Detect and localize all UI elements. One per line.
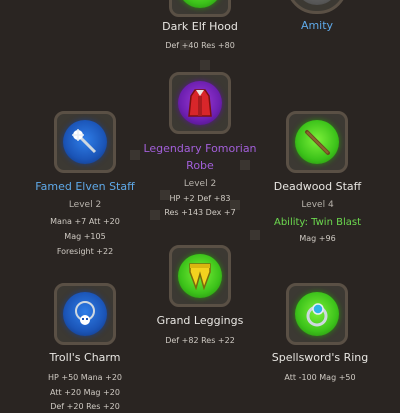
grand-leggings-slot[interactable] bbox=[169, 245, 231, 307]
deadwood-staff-slot[interactable] bbox=[286, 111, 348, 173]
deadwood-staff-level: Level 4 bbox=[301, 199, 334, 210]
robe-level: Level 2 bbox=[183, 178, 217, 189]
dark-elf-hood-name: Dark Elf Hood bbox=[162, 20, 238, 33]
famed-elven-staff-slot[interactable] bbox=[54, 111, 116, 173]
deadwood-staff-icon bbox=[295, 120, 339, 164]
leggings-icon bbox=[178, 254, 222, 298]
dark-elf-hood-slot[interactable] bbox=[169, 0, 231, 17]
grand-leggings-name: Grand Leggings bbox=[156, 314, 244, 327]
spellswords-ring-name: Spellsword's Ring bbox=[271, 351, 369, 364]
deadwood-staff-stats: Mag +96 bbox=[299, 234, 336, 244]
robe-name-line1: Legendary Fomorian bbox=[143, 142, 257, 155]
ring-icon bbox=[295, 292, 339, 336]
robe-stats-line2: Res +143 Dex +7 bbox=[164, 207, 236, 217]
trolls-charm-stats-line2: Att +20 Mag +20 bbox=[50, 387, 120, 397]
robe-name-line2: Robe bbox=[186, 158, 214, 172]
dark-elf-hood-stats: Def +40 Res +80 bbox=[165, 40, 235, 50]
fomorian-robe-slot[interactable] bbox=[169, 72, 231, 134]
amity-icon bbox=[295, 0, 339, 5]
trolls-charm-stats-line1: HP +50 Mana +20 bbox=[47, 372, 122, 382]
hood-icon bbox=[178, 0, 222, 8]
trolls-charm-name: Troll's Charm bbox=[49, 351, 121, 364]
charm-icon bbox=[63, 292, 107, 336]
deadwood-staff-name: Deadwood Staff bbox=[273, 180, 362, 193]
trolls-charm-slot[interactable] bbox=[54, 283, 116, 345]
staff-icon bbox=[63, 120, 107, 164]
grand-leggings-stats: Def +82 Res +22 bbox=[165, 335, 235, 345]
famed-elven-staff-stats-line1: Mana +7 Att +20 bbox=[50, 216, 120, 226]
spellswords-ring-stats: Att -100 Mag +50 bbox=[284, 372, 356, 382]
robe-icon bbox=[178, 81, 222, 125]
famed-elven-staff-stats-line3: Foresight +22 bbox=[56, 246, 114, 256]
robe-stats-line1: HP +2 Def +83 bbox=[169, 193, 231, 203]
amity-name: Amity bbox=[300, 19, 334, 32]
famed-elven-staff-level: Level 2 bbox=[68, 199, 102, 210]
famed-elven-staff-stats-line2: Mag +105 bbox=[64, 231, 106, 241]
amity-slot[interactable] bbox=[286, 0, 348, 14]
trolls-charm-stats-line3: Def +20 Res +20 bbox=[50, 402, 120, 412]
spellswords-ring-slot[interactable] bbox=[286, 283, 348, 345]
famed-elven-staff-name: Famed Elven Staff bbox=[35, 180, 135, 193]
deadwood-staff-ability: Ability: Twin Blast bbox=[273, 216, 361, 228]
